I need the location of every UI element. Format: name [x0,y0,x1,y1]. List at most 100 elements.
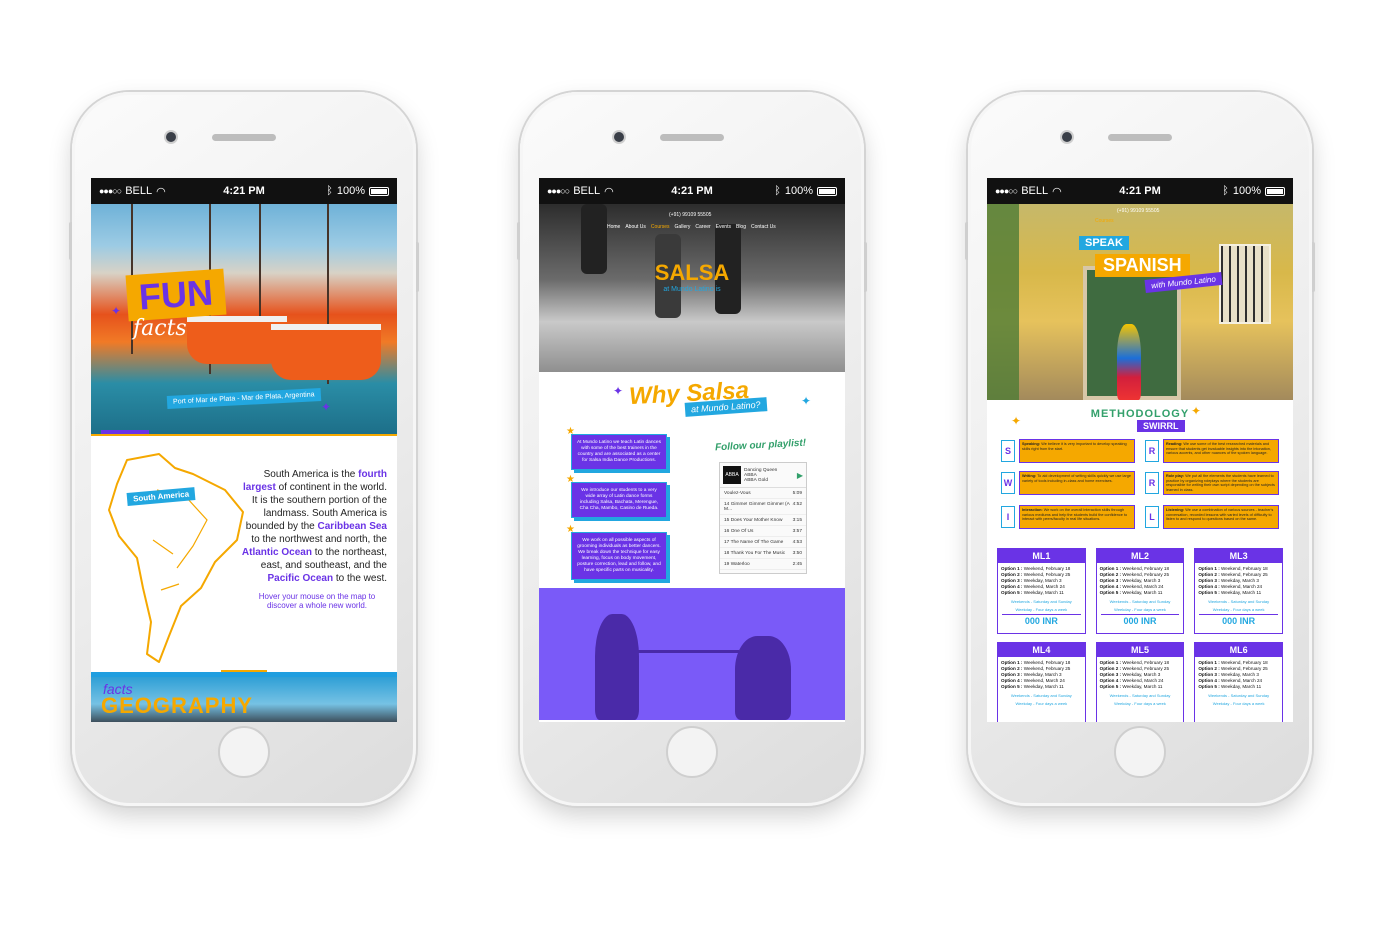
nav-contact[interactable]: Contact Us [751,224,776,230]
option-value: Weekend, February 18 [1023,566,1071,571]
nav-career[interactable]: Career [695,224,710,230]
method-title: Listening: [1166,508,1185,512]
option-value: Weekday, March 11 [1023,684,1064,689]
track-row[interactable]: 17 The Name Of The Game 4:53 [720,537,806,548]
level-price: 000 INR [1002,614,1081,626]
methodology-row: I Interaction: We work on the overall int… [1001,504,1279,530]
method-title: Role play: [1166,474,1185,478]
option-label: Option 2 : [1099,572,1122,577]
dance-video-section[interactable] [539,588,845,720]
playlist-widget[interactable]: ABBA Dancing Queen ABBA ABBA Gold ▶ Voul… [719,462,807,574]
earpiece-speaker [1108,134,1172,141]
track-row[interactable]: 14 Gimme! Gimme! Gimme! (A M... 4:52 [720,499,806,515]
option-value: Weekend, February 25 [1122,572,1170,577]
track-title: The Name Of The Game [730,539,784,545]
schedule-note: Weekends - Saturday and Sunday [1109,599,1171,604]
track-title: Gimme! Gimme! Gimme! (A M... [724,501,790,512]
earpiece-speaker [212,134,276,141]
course-level-card[interactable]: ML5 Option 1 : Weekend, February 18 Option… [1095,642,1185,722]
dancer-figure [735,636,791,720]
contact-phone[interactable]: (+91) 99109 55505 [669,212,711,218]
text-part: to the west. [333,573,387,584]
method-letter: R [1145,440,1159,462]
nav-events[interactable]: Events [716,224,731,230]
status-bar: ●●●○○ BELL ◠ 4:21 PM ᛒ 100% [539,178,845,204]
methodology-row: S Speaking: We believe it is very importa… [1001,438,1279,464]
track-duration: 2:45 [792,561,802,567]
track-row[interactable]: Voulez-Vous 5:09 [720,488,806,499]
photo-caption: Port of Mar de Plata - Mar de Plata, Arg… [166,387,321,410]
signal-icon: ●●●○○ [99,186,122,196]
option-value: Weekend, February 25 [1023,666,1071,671]
course-level-card[interactable]: ML1 Option 1 : Weekend, February 18 Option… [997,548,1086,634]
nav-courses[interactable]: Courses [651,224,670,230]
course-level-card[interactable]: ML2 Option 1 : Weekend, February 18 Option… [1095,548,1185,634]
nav-about[interactable]: About Us [625,224,646,230]
contact-phone[interactable]: (+91) 99109 55505 [1117,208,1159,214]
level-name: ML2 [1096,549,1184,563]
front-camera [1062,132,1072,142]
nav-gallery[interactable]: Gallery [675,224,691,230]
status-bar: ●●●○○ BELL ◠ 4:21 PM ᛒ 100% [987,178,1293,204]
schedule-note: Weekends - Saturday and Sunday [1208,599,1270,604]
option-label: Option 5 : [1099,684,1122,689]
method-letter: W [1001,472,1015,494]
track-duration: 4:53 [792,539,802,545]
methodology-item: L Listening: We use a combination of vari… [1145,504,1279,530]
why-salsa-section: ✦ ✦ Why Salsa at Mundo Latino? ★ At Mundo… [539,372,845,588]
option-label: Option 3 : [1099,672,1122,677]
nav-courses[interactable]: Courses [1095,218,1114,224]
track-row[interactable]: 18 Thank You For The Music 3:50 [720,548,806,559]
method-letter: L [1145,506,1159,528]
earpiece-speaker [660,134,724,141]
schedule-note: Weekday - Four days a week [1015,607,1068,612]
course-level-card[interactable]: ML4 Option 1 : Weekend, February 18 Option… [997,642,1086,722]
course-level-card[interactable]: ML3 Option 1 : Weekend, February 18 Option… [1194,548,1283,634]
woman-figure [1117,324,1141,400]
methodology-item: I Interaction: We work on the overall int… [1001,504,1135,530]
track-title: Waterloo [730,561,750,567]
home-button[interactable] [1114,726,1166,778]
track-row[interactable]: 15 Does Your Mother Know 3:15 [720,515,806,526]
reason-text: At Mundo Latino we teach Latin dances wi… [576,440,661,463]
nav-home[interactable]: Home [607,224,620,230]
option-label: Option 5 : [1198,684,1220,689]
option-label: Option 2 : [1198,572,1220,577]
level-name: ML6 [1195,643,1282,657]
option-value: Weekend, February 18 [1122,660,1170,665]
schedule-note: Weekday - Four days a week [1212,701,1265,706]
methodology-item: R Role play: We put all the elements the … [1145,470,1279,496]
method-description: Listening: We use a combination of vario… [1163,505,1279,529]
fun-heading: FUN [125,268,227,322]
sparkle-icon: ✦ [801,394,812,408]
south-america-section: South America South America is the fourt… [91,434,397,674]
salsa-hero: (+91) 99109 55505 Home About Us Courses … [539,204,845,372]
play-icon[interactable]: ▶ [797,471,803,480]
phone-screen: ●●●○○ BELL ◠ 4:21 PM ᛒ 100% (+91) 99109 555… [987,178,1293,722]
home-button[interactable] [218,726,270,778]
highlight-caribbean-sea: Caribbean Sea [317,521,387,532]
track-row[interactable]: 16 One Of Us 3:57 [720,526,806,537]
methodology-section: ✦ ✦ METHODOLOGY SWIRRL S Speaking: We bel… [987,400,1293,548]
home-button[interactable] [666,726,718,778]
south-america-description: South America is the fourth largest of c… [237,468,387,585]
dancer-figure [595,614,639,720]
nav-blog[interactable]: Blog [736,224,746,230]
course-levels-grid: ML1 Option 1 : Weekend, February 18 Option… [987,548,1293,722]
course-level-card[interactable]: ML6 Option 1 : Weekend, February 18 Option… [1194,642,1283,722]
track-row[interactable]: 19 Waterloo 2:45 [720,559,806,570]
phone-mockup-fun-facts: ●●●○○ BELL ◠ 4:21 PM ᛒ 100% FUN facts Port … [69,92,419,806]
track-title: Does Your Mother Know [730,517,783,523]
option-label: Option 5 : [1001,684,1023,689]
now-playing-info: Dancing Queen ABBA ABBA Gold [744,468,777,483]
option-label: Option 3 : [1198,672,1220,677]
methodology-item: W Writing: To aid development of writing … [1001,470,1135,496]
method-letter: I [1001,506,1015,528]
phone-mockup-salsa: ●●●○○ BELL ◠ 4:21 PM ᛒ 100% (+91) 99109 555… [517,92,867,806]
option-value: Weekend, March 24 [1122,678,1164,683]
south-america-map[interactable] [97,450,247,668]
option-value: Weekday, March 3 [1122,578,1161,583]
wifi-icon: ◠ [1052,185,1062,198]
option-label: Option 5 : [1198,590,1220,595]
option-label: Option 1 : [1099,566,1122,571]
